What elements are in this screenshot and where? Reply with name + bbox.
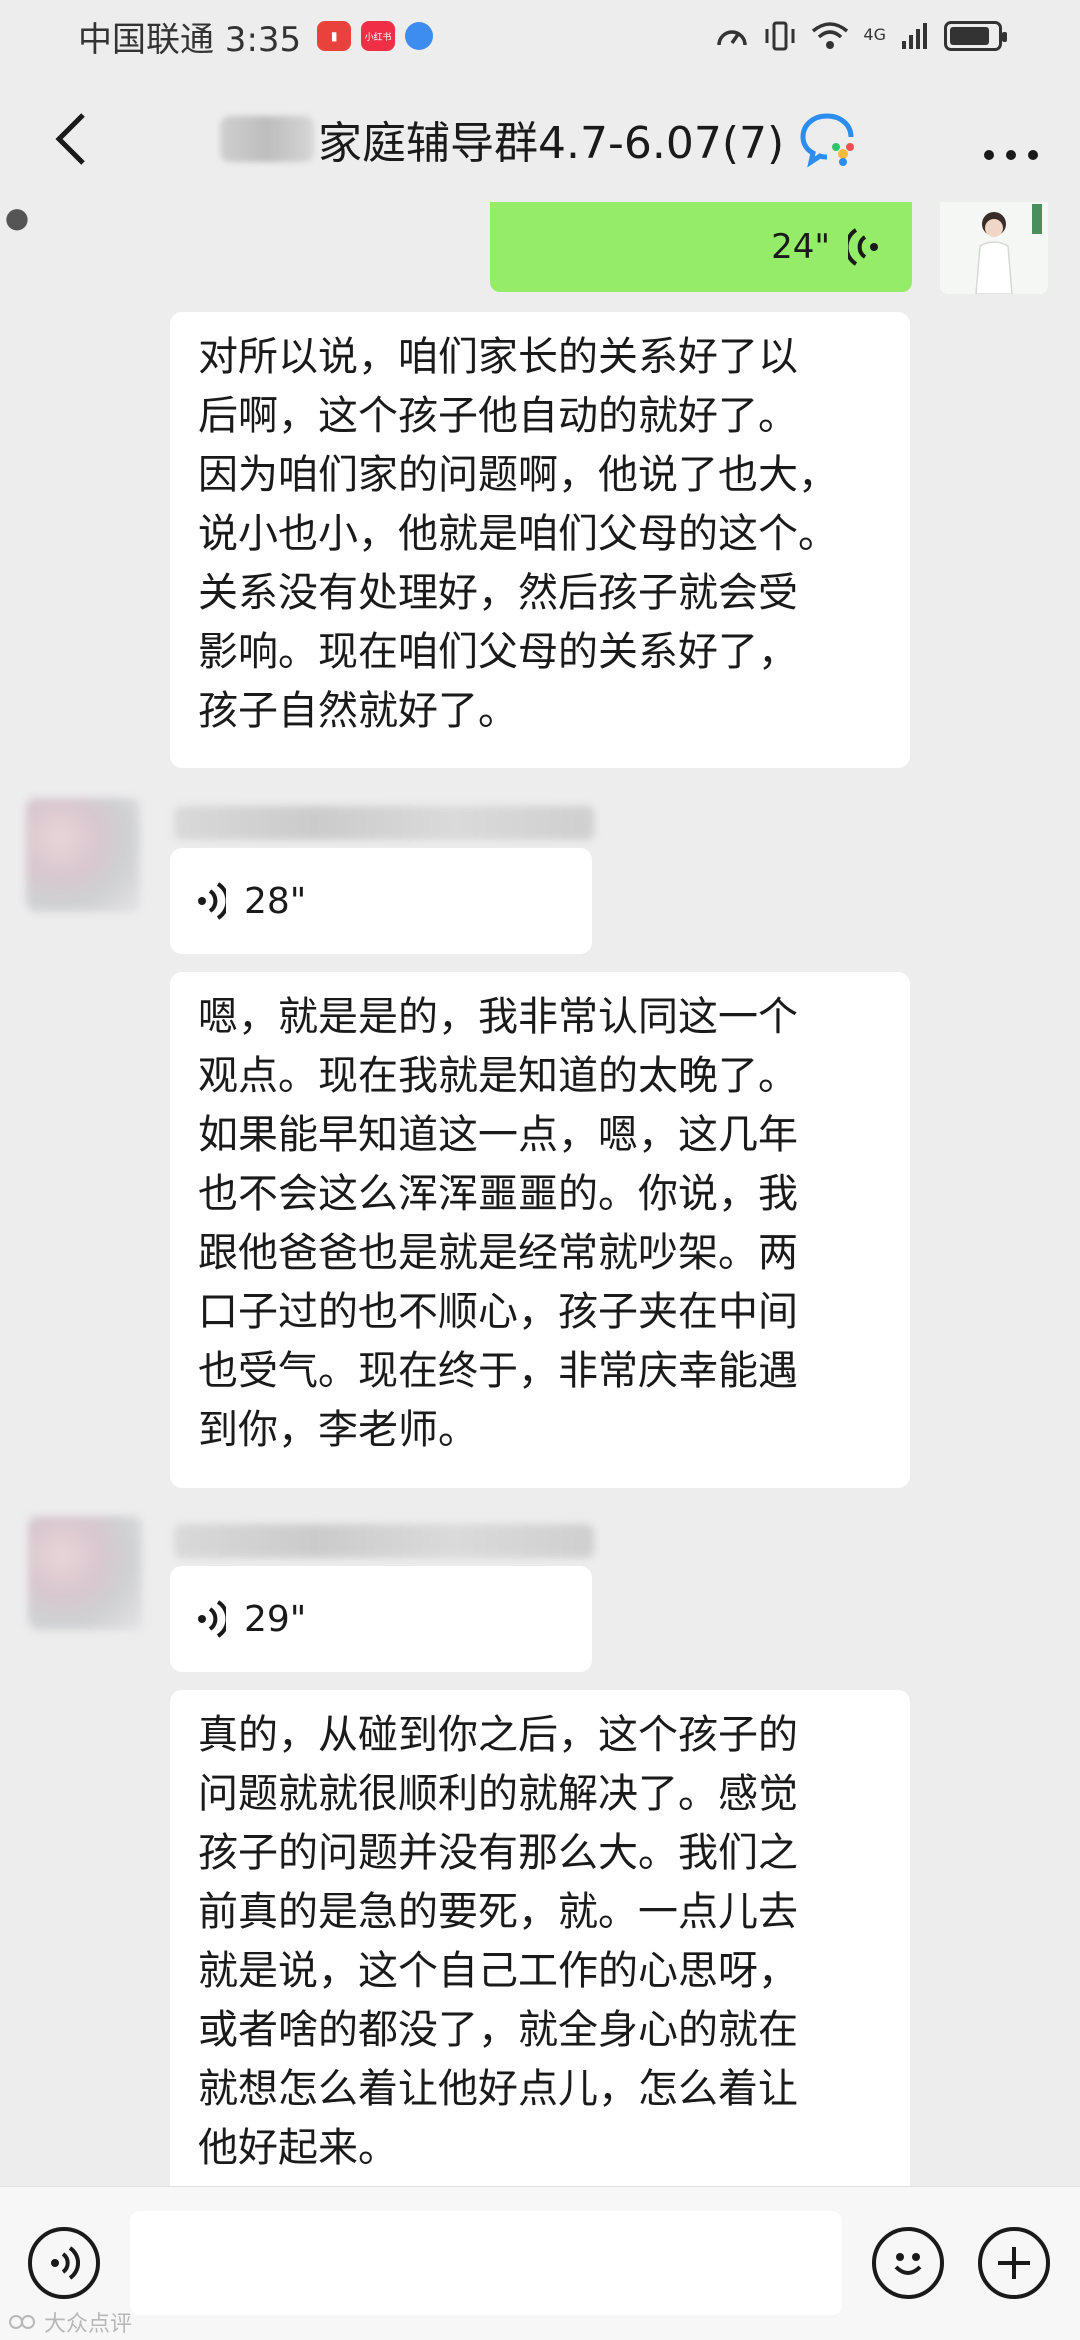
watermark-text: 大众点评 (44, 2312, 133, 2337)
xiaohongshu-icon: 小红书 (361, 21, 396, 51)
more-options-button[interactable] (982, 118, 1040, 174)
incoming-text-message[interactable]: 对所以说，咱们家长的关系好了以 后啊，这个孩子他自动的就好了。 因为咱们家的问题… (170, 312, 910, 768)
voice-duration: 28" (244, 880, 307, 922)
voice-wave-icon (848, 228, 878, 266)
wifi-icon (812, 22, 849, 49)
person-photo (975, 212, 1013, 294)
voice-duration: 24" (771, 227, 830, 267)
incoming-voice-message[interactable]: 29" (170, 1566, 592, 1672)
voice-duration: 29" (244, 1598, 307, 1640)
watermark: 大众点评 (8, 2306, 132, 2338)
browser-icon (405, 22, 434, 50)
data-saver-icon (717, 30, 748, 46)
notification-icons: ▮ ● 小红书 (5, 21, 434, 232)
redacted-sender-name (174, 806, 594, 840)
redacted-group-prefix (220, 116, 314, 162)
voice-wave-icon (198, 1600, 226, 1638)
dianping-logo-icon (9, 2315, 35, 2329)
group-name: 家庭辅导群4.7-6.07(7) (318, 118, 785, 169)
carrier-time: 中国联通 3:35 (78, 19, 302, 60)
signal-icon (902, 23, 927, 49)
wecom-icon (800, 113, 855, 168)
back-button[interactable] (40, 104, 100, 174)
vibrate-icon (765, 21, 795, 51)
qr-code-icon (1032, 204, 1042, 234)
incoming-voice-message[interactable]: 28" (170, 848, 592, 954)
message-input[interactable] (130, 2211, 842, 2315)
redacted-sender-name (174, 1524, 594, 1558)
voice-wave-icon (51, 2246, 80, 2280)
outgoing-voice-message[interactable]: 24" (490, 202, 912, 292)
status-bar: 中国联通 3:35 ▮ ● 小红书 4G (0, 0, 1080, 232)
incoming-text-message[interactable]: 真的，从碰到你之后，这个孩子的 问题就就很顺利的就解决了。感觉 孩子的问题并没有… (170, 1690, 910, 2186)
more-functions-button[interactable] (978, 2227, 1050, 2299)
chevron-left-icon (55, 113, 85, 165)
avatar[interactable] (26, 798, 140, 912)
battery-icon (944, 21, 1007, 51)
plus-icon (998, 2247, 1030, 2279)
system-indicators: 4G (715, 21, 1007, 51)
message-list[interactable]: 24" 对所以说，咱们家长的关系好了以 后啊，这个孩子他自动的就好了。 因为咱们… (0, 202, 1080, 2186)
voice-input-toggle-button[interactable] (28, 2227, 100, 2299)
smiley-icon (894, 2253, 922, 2275)
more-icon (984, 150, 1038, 160)
avatar[interactable] (28, 1516, 142, 1630)
voice-wave-icon (198, 882, 226, 920)
chat-header: 家庭辅导群4.7-6.07(7) (0, 72, 1080, 202)
chat-title: 家庭辅导群4.7-6.07(7) (220, 102, 856, 176)
emoji-button[interactable] (872, 2227, 944, 2299)
input-bar (0, 2186, 1080, 2340)
incoming-text-message[interactable]: 嗯，就是是的，我非常认同这一个 观点。现在我就是知道的太晚了。 如果能早知道这一… (170, 972, 910, 1488)
network-type: 4G (863, 25, 886, 44)
self-avatar[interactable] (940, 202, 1048, 294)
huawei-store-icon: ▮ (317, 21, 352, 51)
